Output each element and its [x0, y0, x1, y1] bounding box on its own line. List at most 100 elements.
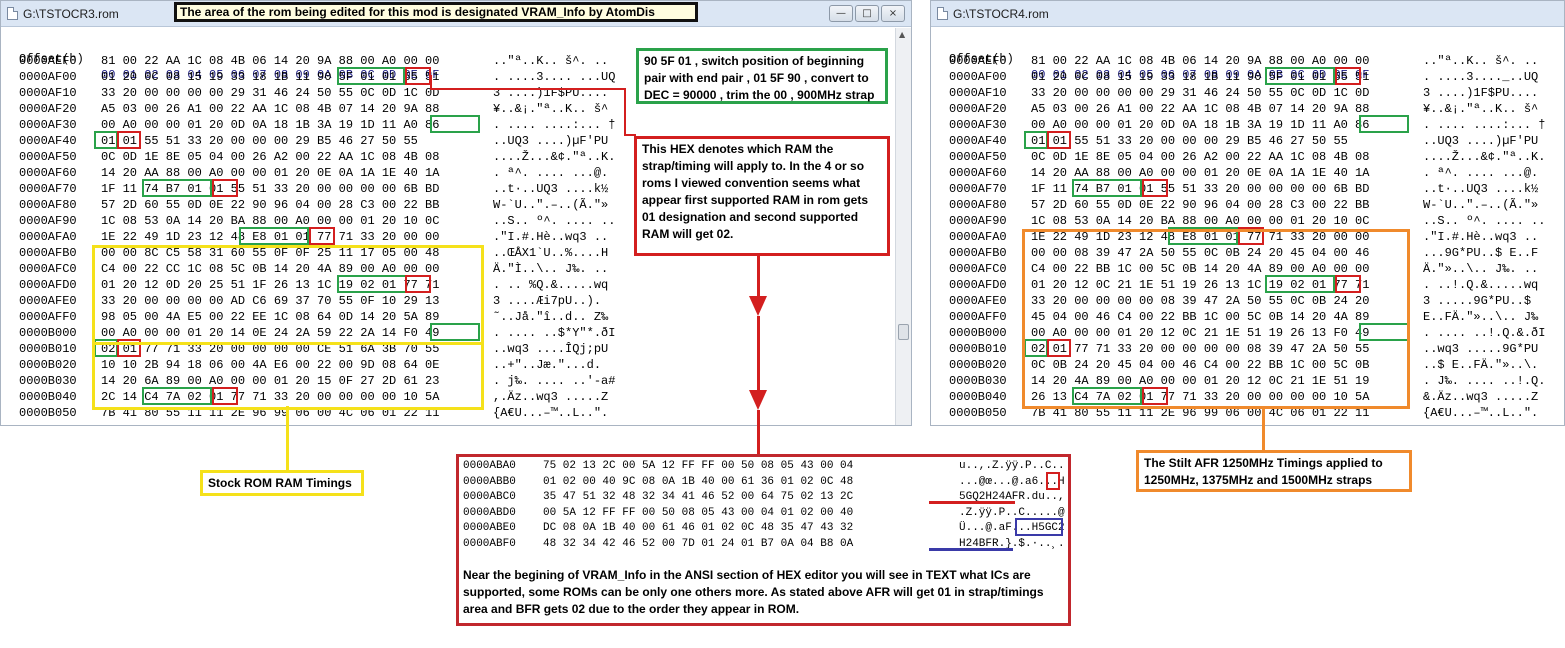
- row-hex[interactable]: A5 03 00 26 A1 00 22 AA 1C 08 4B 07 14 2…: [1031, 101, 1369, 117]
- row-offset: 0000AFC0: [949, 262, 1007, 276]
- row-ascii[interactable]: ..UQ3 ....)µF'PU: [1423, 133, 1538, 149]
- row-ascii[interactable]: ..t·..UQ3 ....k½: [493, 181, 608, 197]
- row-hex[interactable]: 98 05 00 4A E5 00 22 EE 1C 08 64 0D 14 2…: [101, 309, 439, 325]
- row-hex[interactable]: 1E 22 49 1D 23 12 48 E8 01 01 77 71 33 2…: [101, 229, 439, 245]
- row-ascii[interactable]: ..t·..UQ3 ....k½: [1423, 181, 1538, 197]
- row-ascii[interactable]: ..wq3 .....9G*PU: [1423, 341, 1538, 357]
- row-hex[interactable]: 00 A0 00 00 01 20 0D 0A 18 1B 3A 19 1D 1…: [1031, 117, 1369, 133]
- row-ascii[interactable]: 3 ....­Æi7pU..).: [493, 293, 601, 309]
- inset-ascii: ...@œ...@.a6...H: [959, 475, 1065, 488]
- row-hex[interactable]: 7B 41 80 55 11 11 2E 96 99 06 00 4C 06 0…: [1031, 405, 1369, 421]
- row-hex[interactable]: C4 00 22 CC 1C 08 5C 0B 14 20 4A 89 00 A…: [101, 261, 439, 277]
- row-hex[interactable]: 02 01 77 71 33 20 00 00 00 00 08 39 47 2…: [1031, 341, 1369, 357]
- row-hex[interactable]: 14 20 AA 88 00 A0 00 00 01 20 0E 0A 1A 1…: [1031, 165, 1369, 181]
- row-ascii[interactable]: Ä."»..\.. J‰. ..: [1423, 261, 1538, 277]
- row-hex[interactable]: 01 20 12 0D 20 25 51 1F 26 13 1C 19 02 0…: [101, 277, 439, 293]
- row-ascii[interactable]: 3 ....)1F$PU....: [1423, 85, 1538, 101]
- row-hex[interactable]: 01 01 55 51 33 20 00 00 00 29 B5 46 27 5…: [1031, 133, 1348, 149]
- row-hex[interactable]: 45 04 00 46 C4 00 22 BB 1C 00 5C 0B 14 2…: [1031, 309, 1369, 325]
- row-ascii[interactable]: ."I.#.Hè..wq3 ..: [493, 229, 608, 245]
- row-hex[interactable]: 00 A0 00 00 01 20 0D 0A 18 1B 3A 19 1D 1…: [101, 117, 439, 133]
- row-ascii[interactable]: &.Äz..wq3 .....Z: [1423, 389, 1538, 405]
- row-ascii[interactable]: ....Ž...&¢."ª..K.: [1423, 149, 1545, 165]
- row-hex[interactable]: 81 00 22 AA 1C 08 4B 06 14 20 9A 88 00 A…: [1031, 53, 1369, 69]
- row-hex[interactable]: 1C 08 53 0A 14 20 BA 88 00 A0 00 00 01 2…: [101, 213, 439, 229]
- row-ascii[interactable]: . .... ....:... †: [1423, 117, 1545, 133]
- row-hex[interactable]: 00 A0 00 00 01 20 12 0C 21 1E 51 19 26 1…: [1031, 325, 1369, 341]
- row-hex[interactable]: 81 00 22 AA 1C 08 4B 06 14 20 9A 88 00 A…: [101, 53, 439, 69]
- row-ascii[interactable]: 3 .....9G*PU..$: [1423, 293, 1538, 309]
- row-hex[interactable]: 01 20 0C 08 15 19 33 18 1B 11 90 5F 01 0…: [101, 69, 439, 85]
- row-ascii[interactable]: ..UQ3 ....)µF'PU: [493, 133, 608, 149]
- row-ascii[interactable]: . .... ..$*Y"*.ðI: [493, 325, 615, 341]
- row-hex[interactable]: 01 20 12 0C 21 1E 51 19 26 13 1C 19 02 0…: [1031, 277, 1369, 293]
- row-hex[interactable]: 0C 0D 1E 8E 05 04 00 26 A2 00 22 AA 1C 0…: [101, 149, 439, 165]
- row-hex[interactable]: 33 20 00 00 00 00 29 31 46 24 50 55 0C 0…: [101, 85, 439, 101]
- row-ascii[interactable]: . j‰. .... ..'-a#: [493, 373, 615, 389]
- row-hex[interactable]: 02 01 77 71 33 20 00 00 00 00 CE 51 6A 3…: [101, 341, 439, 357]
- row-ascii[interactable]: W-`U..".–..(Ã."»: [1423, 197, 1538, 213]
- row-ascii[interactable]: . J‰. .... ..!.Q.: [1423, 373, 1545, 389]
- row-ascii[interactable]: E..FÄ."»..\.. J‰: [1423, 309, 1538, 325]
- row-hex[interactable]: 57 2D 60 55 0D 0E 22 90 96 04 00 28 C3 0…: [101, 197, 439, 213]
- row-hex[interactable]: 33 20 00 00 00 00 29 31 46 24 50 55 0C 0…: [1031, 85, 1369, 101]
- row-hex[interactable]: 1E 22 49 1D 23 12 48 E8 01 01 77 71 33 2…: [1031, 229, 1369, 245]
- row-hex[interactable]: 33 20 00 00 00 00 AD C6 69 37 70 55 0F 1…: [101, 293, 439, 309]
- row-hex[interactable]: 2C 14 C4 7A 02 01 77 71 33 20 00 00 00 0…: [101, 389, 439, 405]
- row-hex[interactable]: 01 20 0C 08 15 19 33 18 1B 11 90 5F 01 0…: [1031, 69, 1369, 85]
- column-header: Offset(h) 00 01 02 03 04 05 06 07 08 09 …: [19, 52, 440, 82]
- row-hex[interactable]: 00 00 8C C5 58 31 60 55 0F 0F 25 11 17 0…: [101, 245, 439, 261]
- row-ascii[interactable]: .."ª..K.. š^. ..: [493, 53, 608, 69]
- row-ascii[interactable]: . ....3.... ...UQ: [493, 69, 615, 85]
- row-hex[interactable]: 1F 11 74 B7 01 01 55 51 33 20 00 00 00 0…: [1031, 181, 1369, 197]
- row-ascii[interactable]: ..ŒÅX1`U..%....H: [493, 245, 608, 261]
- scroll-up-icon[interactable]: ▲: [899, 30, 905, 39]
- row-ascii[interactable]: ¥..&¡."ª..K.. š^: [1423, 101, 1538, 117]
- row-hex[interactable]: 33 20 00 00 00 00 08 39 47 2A 50 55 0C 0…: [1031, 293, 1369, 309]
- row-ascii[interactable]: Ä."Ì..\.. J‰. ..: [493, 261, 608, 277]
- row-ascii[interactable]: ,.Äz..wq3 .....Z: [493, 389, 608, 405]
- vertical-scrollbar[interactable]: ▲: [895, 28, 911, 425]
- row-ascii[interactable]: . ....3...._..UQ: [1423, 69, 1538, 85]
- row-hex[interactable]: 0C 0B 24 20 45 04 00 46 C4 00 22 BB 1C 0…: [1031, 357, 1369, 373]
- row-ascii[interactable]: . .... ....:... †: [493, 117, 615, 133]
- row-ascii[interactable]: ..$ E..FÄ."»..\.: [1423, 357, 1538, 373]
- row-hex[interactable]: 00 A0 00 00 01 20 14 0E 24 2A 59 22 2A 1…: [101, 325, 439, 341]
- row-ascii[interactable]: . ..!.Q.&.....wq: [1423, 277, 1538, 293]
- minimize-icon[interactable]: —: [829, 5, 853, 22]
- row-ascii[interactable]: ..wq3 ....ÎQj;pU: [493, 341, 608, 357]
- row-ascii[interactable]: W-`U..".–..(Ã."»: [493, 197, 608, 213]
- row-hex[interactable]: C4 00 22 BB 1C 00 5C 0B 14 20 4A 89 00 A…: [1031, 261, 1369, 277]
- row-ascii[interactable]: . ª^. .... ...@.: [493, 165, 608, 181]
- row-hex[interactable]: 14 20 6A 89 00 A0 00 00 01 20 15 0F 27 2…: [101, 373, 439, 389]
- row-hex[interactable]: 14 20 AA 88 00 A0 00 00 01 20 0E 0A 1A 1…: [101, 165, 439, 181]
- maximize-icon[interactable]: □: [855, 5, 879, 22]
- row-ascii[interactable]: {A€U...–™..L..".: [1423, 405, 1538, 421]
- row-hex[interactable]: 14 20 4A 89 00 A0 00 00 01 20 12 0C 21 1…: [1031, 373, 1369, 389]
- row-ascii[interactable]: {A€U...–™..L..".: [493, 405, 608, 421]
- row-ascii[interactable]: ..+"..Jæ."...d.: [493, 357, 601, 373]
- row-hex[interactable]: 7B 41 80 55 11 11 2E 96 99 06 00 4C 06 0…: [101, 405, 439, 421]
- row-hex[interactable]: 57 2D 60 55 0D 0E 22 90 96 04 00 28 C3 0…: [1031, 197, 1369, 213]
- row-hex[interactable]: 00 00 08 39 47 2A 50 55 0C 0B 24 20 45 0…: [1031, 245, 1369, 261]
- row-hex[interactable]: 1C 08 53 0A 14 20 BA 88 00 A0 00 00 01 2…: [1031, 213, 1369, 229]
- row-hex[interactable]: 26 13 C4 7A 02 01 77 71 33 20 00 00 00 0…: [1031, 389, 1369, 405]
- scroll-thumb[interactable]: [898, 324, 909, 340]
- row-ascii[interactable]: ...9G*PU..$ E..F: [1423, 245, 1538, 261]
- row-ascii[interactable]: ....Ž...&¢."ª..K.: [493, 149, 615, 165]
- row-hex[interactable]: 10 10 2B 94 18 06 00 4A E6 00 22 00 9D 0…: [101, 357, 439, 373]
- row-hex[interactable]: 0C 0D 1E 8E 05 04 00 26 A2 00 22 AA 1C 0…: [1031, 149, 1369, 165]
- row-ascii[interactable]: ˜..Jå."î..d.. Z‰: [493, 309, 608, 325]
- row-ascii[interactable]: ..S.. º^. .... ..: [1423, 213, 1545, 229]
- row-hex[interactable]: 01 01 55 51 33 20 00 00 00 29 B5 46 27 5…: [101, 133, 418, 149]
- row-ascii[interactable]: ..S.. º^. .... ..: [493, 213, 615, 229]
- row-hex[interactable]: A5 03 00 26 A1 00 22 AA 1C 08 4B 07 14 2…: [101, 101, 439, 117]
- row-ascii[interactable]: ¥..&¡."ª..K.. š^: [493, 101, 608, 117]
- row-ascii[interactable]: . .. %Q.&.....wq: [493, 277, 608, 293]
- row-ascii[interactable]: .."ª..K.. š^. ..: [1423, 53, 1538, 69]
- row-ascii[interactable]: . ª^. .... ...@.: [1423, 165, 1538, 181]
- row-ascii[interactable]: . .... ..!.Q.&.ðI: [1423, 325, 1545, 341]
- row-hex[interactable]: 1F 11 74 B7 01 01 55 51 33 20 00 00 00 0…: [101, 181, 439, 197]
- row-ascii[interactable]: ."I.#.Hè..wq3 ..: [1423, 229, 1538, 245]
- close-icon[interactable]: ×: [881, 5, 905, 22]
